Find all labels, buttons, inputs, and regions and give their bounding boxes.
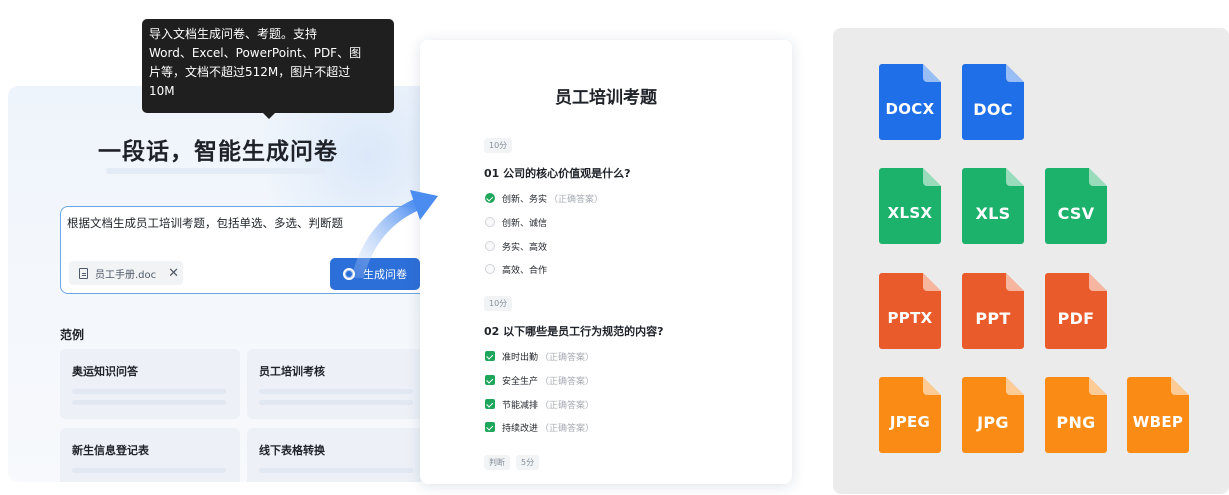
question-title: 01 公司的核心价值观是什么? <box>484 167 631 180</box>
option-label: 准时出勤 <box>502 352 539 363</box>
file-format-pdf-icon: PDF <box>1045 273 1107 349</box>
correct-answer-hint: （正确答案） <box>540 376 595 387</box>
file-format-label: PNG <box>1056 413 1096 432</box>
correct-answer-hint: （正确答案） <box>549 194 604 205</box>
tooltip-line: 10M <box>149 84 175 98</box>
option-label: 持续改进 <box>502 423 539 434</box>
answer-option[interactable]: 准时出勤 （正确答案） <box>485 349 594 363</box>
example-title: 线下表格转换 <box>259 444 325 457</box>
file-format-label: XLS <box>975 204 1011 223</box>
correct-answer-hint: （正确答案） <box>540 352 595 363</box>
tooltip-line: 片等，文档不超过512M，图片不超过 <box>149 65 351 79</box>
answer-option[interactable]: 安全生产 （正确答案） <box>485 373 594 387</box>
file-format-label: PPTX <box>887 309 933 327</box>
attachment-name: 员工手册.doc <box>95 269 157 281</box>
score-badge: 10分 <box>484 138 513 153</box>
option-label: 务实、高效 <box>502 242 548 253</box>
answer-option[interactable]: 创新、务实 （正确答案） <box>485 191 603 205</box>
radio-empty-icon <box>485 217 495 227</box>
example-card[interactable]: 新生信息登记表 <box>60 428 240 482</box>
upload-tooltip: 导入文档生成问卷、考题。支持 Word、Excel、PowerPoint、PDF… <box>142 19 394 119</box>
option-label: 创新、诚信 <box>502 218 548 229</box>
file-format-jpg-icon: JPG <box>962 377 1024 453</box>
file-format-jpeg-icon: JPEG <box>879 377 941 453</box>
supported-formats-panel: DOCX DOC XLSX XLS CSV PPTX PPT PDF JPEG JPG PNG WBE… <box>833 28 1229 494</box>
file-format-label: DOCX <box>885 100 935 118</box>
correct-answer-hint: （正确答案） <box>540 400 595 411</box>
attachment-chip[interactable]: 员工手册.doc ✕ <box>69 261 183 285</box>
answer-option[interactable]: 务实、高效 <box>485 239 547 253</box>
question-type-badge: 判断 <box>484 455 510 470</box>
checkbox-checked-icon <box>485 422 495 432</box>
score-badge: 10分 <box>484 296 513 311</box>
answer-option[interactable]: 节能减排 （正确答案） <box>485 397 594 411</box>
example-title: 新生信息登记表 <box>72 444 149 457</box>
file-format-label: PDF <box>1057 309 1095 328</box>
file-format-label: PPT <box>975 309 1011 328</box>
tooltip-line: 导入文档生成问卷、考题。支持 <box>149 27 318 41</box>
hero-title: 一段话，智能生成问卷 <box>98 139 338 165</box>
file-format-xls-icon: XLS <box>962 168 1024 244</box>
radio-checked-icon <box>485 193 495 203</box>
option-label: 安全生产 <box>502 376 539 387</box>
file-format-docx-icon: DOCX <box>879 64 941 140</box>
file-format-label: WBEP <box>1132 413 1184 431</box>
example-title: 员工培训考核 <box>259 365 325 378</box>
tooltip-line: Word、Excel、PowerPoint、PDF、图 <box>149 46 362 60</box>
checkbox-checked-icon <box>485 351 495 361</box>
file-format-csv-icon: CSV <box>1045 168 1107 244</box>
checkbox-checked-icon <box>485 375 495 385</box>
example-card[interactable]: 线下表格转换 <box>247 428 427 482</box>
option-label: 高效、合作 <box>502 265 548 276</box>
example-card[interactable]: 奥运知识问答 <box>60 349 240 419</box>
survey-preview-card: 员工培训考题 10分 01 公司的核心价值观是什么? 创新、务实 （正确答案） … <box>420 40 792 484</box>
checkbox-checked-icon <box>485 399 495 409</box>
placeholder-bar <box>259 389 413 394</box>
file-format-label: XLSX <box>887 204 933 222</box>
generator-panel: 一段话，智能生成问卷 根据文档生成员工培训考题，包括单选、多选、判断题 员工手册… <box>8 86 428 482</box>
example-title: 奥运知识问答 <box>72 365 138 378</box>
file-format-pptx-icon: PPTX <box>879 273 941 349</box>
document-icon <box>79 267 88 279</box>
survey-title: 员工培训考题 <box>555 88 657 108</box>
correct-answer-hint: （正确答案） <box>540 423 595 434</box>
placeholder-bar <box>259 400 413 405</box>
file-format-wbep-icon: WBEP <box>1127 377 1189 453</box>
option-label: 节能减排 <box>502 400 539 411</box>
answer-option[interactable]: 高效、合作 <box>485 262 547 276</box>
placeholder-bar <box>72 400 226 405</box>
example-card[interactable]: 员工培训考核 <box>247 349 427 419</box>
prompt-text[interactable]: 根据文档生成员工培训考题，包括单选、多选、判断题 <box>67 215 343 231</box>
hero-underline <box>106 168 326 174</box>
file-format-label: JPG <box>977 413 1009 432</box>
flow-arrow-icon <box>354 190 438 278</box>
score-badge: 5分 <box>516 455 540 470</box>
examples-heading: 范例 <box>60 328 85 342</box>
option-label: 创新、务实 <box>502 194 548 205</box>
question-title: 02 以下哪些是员工行为规范的内容? <box>484 325 664 338</box>
answer-option[interactable]: 持续改进 （正确答案） <box>485 420 594 434</box>
file-format-png-icon: PNG <box>1045 377 1107 453</box>
answer-option[interactable]: 创新、诚信 <box>485 215 547 229</box>
file-format-label: JPEG <box>889 413 931 431</box>
placeholder-bar <box>72 468 226 473</box>
file-format-doc-icon: DOC <box>962 64 1024 140</box>
close-icon[interactable]: ✕ <box>168 267 179 280</box>
file-format-label: CSV <box>1057 204 1095 223</box>
placeholder-bar <box>72 389 226 394</box>
file-format-label: DOC <box>973 100 1013 119</box>
radio-empty-icon <box>485 264 495 274</box>
radio-empty-icon <box>485 241 495 251</box>
placeholder-bar <box>259 468 413 473</box>
file-format-xlsx-icon: XLSX <box>879 168 941 244</box>
file-format-ppt-icon: PPT <box>962 273 1024 349</box>
